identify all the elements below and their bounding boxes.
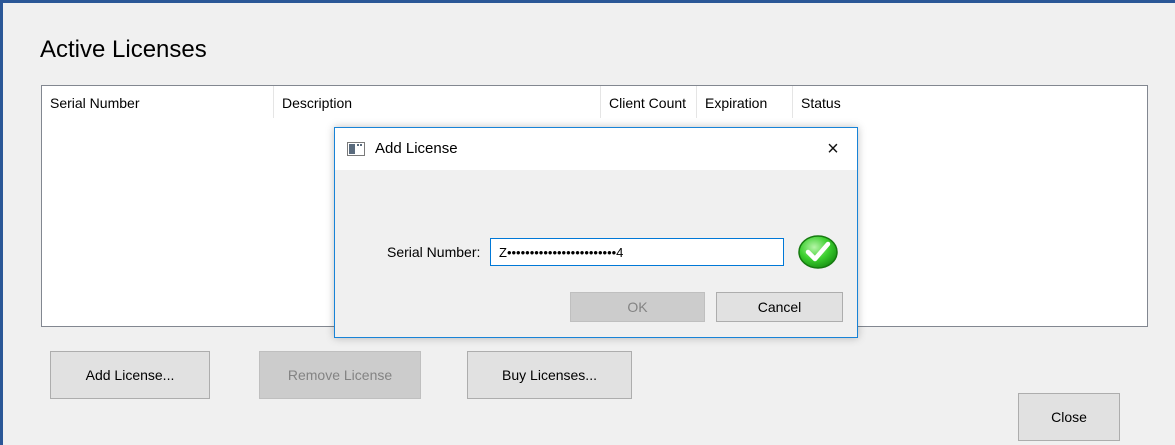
add-license-button[interactable]: Add License... bbox=[50, 351, 210, 399]
column-header-status[interactable]: Status bbox=[793, 86, 1147, 118]
serial-number-input[interactable] bbox=[490, 238, 784, 266]
column-header-client-count[interactable]: Client Count bbox=[601, 86, 697, 118]
remove-license-button[interactable]: Remove License bbox=[259, 351, 421, 399]
column-header-description[interactable]: Description bbox=[274, 86, 601, 118]
dialog-titlebar[interactable]: Add License × bbox=[335, 128, 857, 170]
cancel-button[interactable]: Cancel bbox=[716, 292, 843, 322]
dialog-close-icon[interactable]: × bbox=[817, 134, 849, 164]
column-header-expiration[interactable]: Expiration bbox=[697, 86, 793, 118]
close-button[interactable]: Close bbox=[1018, 393, 1120, 441]
license-manager-window: Active Licenses Serial Number Descriptio… bbox=[0, 0, 1175, 445]
dialog-title: Add License bbox=[375, 140, 458, 157]
add-license-dialog: Add License × Serial Number: OK Cancel bbox=[334, 127, 858, 338]
serial-number-label: Serial Number: bbox=[387, 244, 481, 260]
page-title: Active Licenses bbox=[40, 36, 207, 63]
green-checkmark-icon bbox=[798, 235, 838, 269]
buy-licenses-button[interactable]: Buy Licenses... bbox=[467, 351, 632, 399]
dialog-app-icon bbox=[347, 142, 365, 156]
column-header-serial-number[interactable]: Serial Number bbox=[42, 86, 274, 118]
table-header: Serial Number Description Client Count E… bbox=[42, 86, 1147, 118]
ok-button[interactable]: OK bbox=[570, 292, 705, 322]
